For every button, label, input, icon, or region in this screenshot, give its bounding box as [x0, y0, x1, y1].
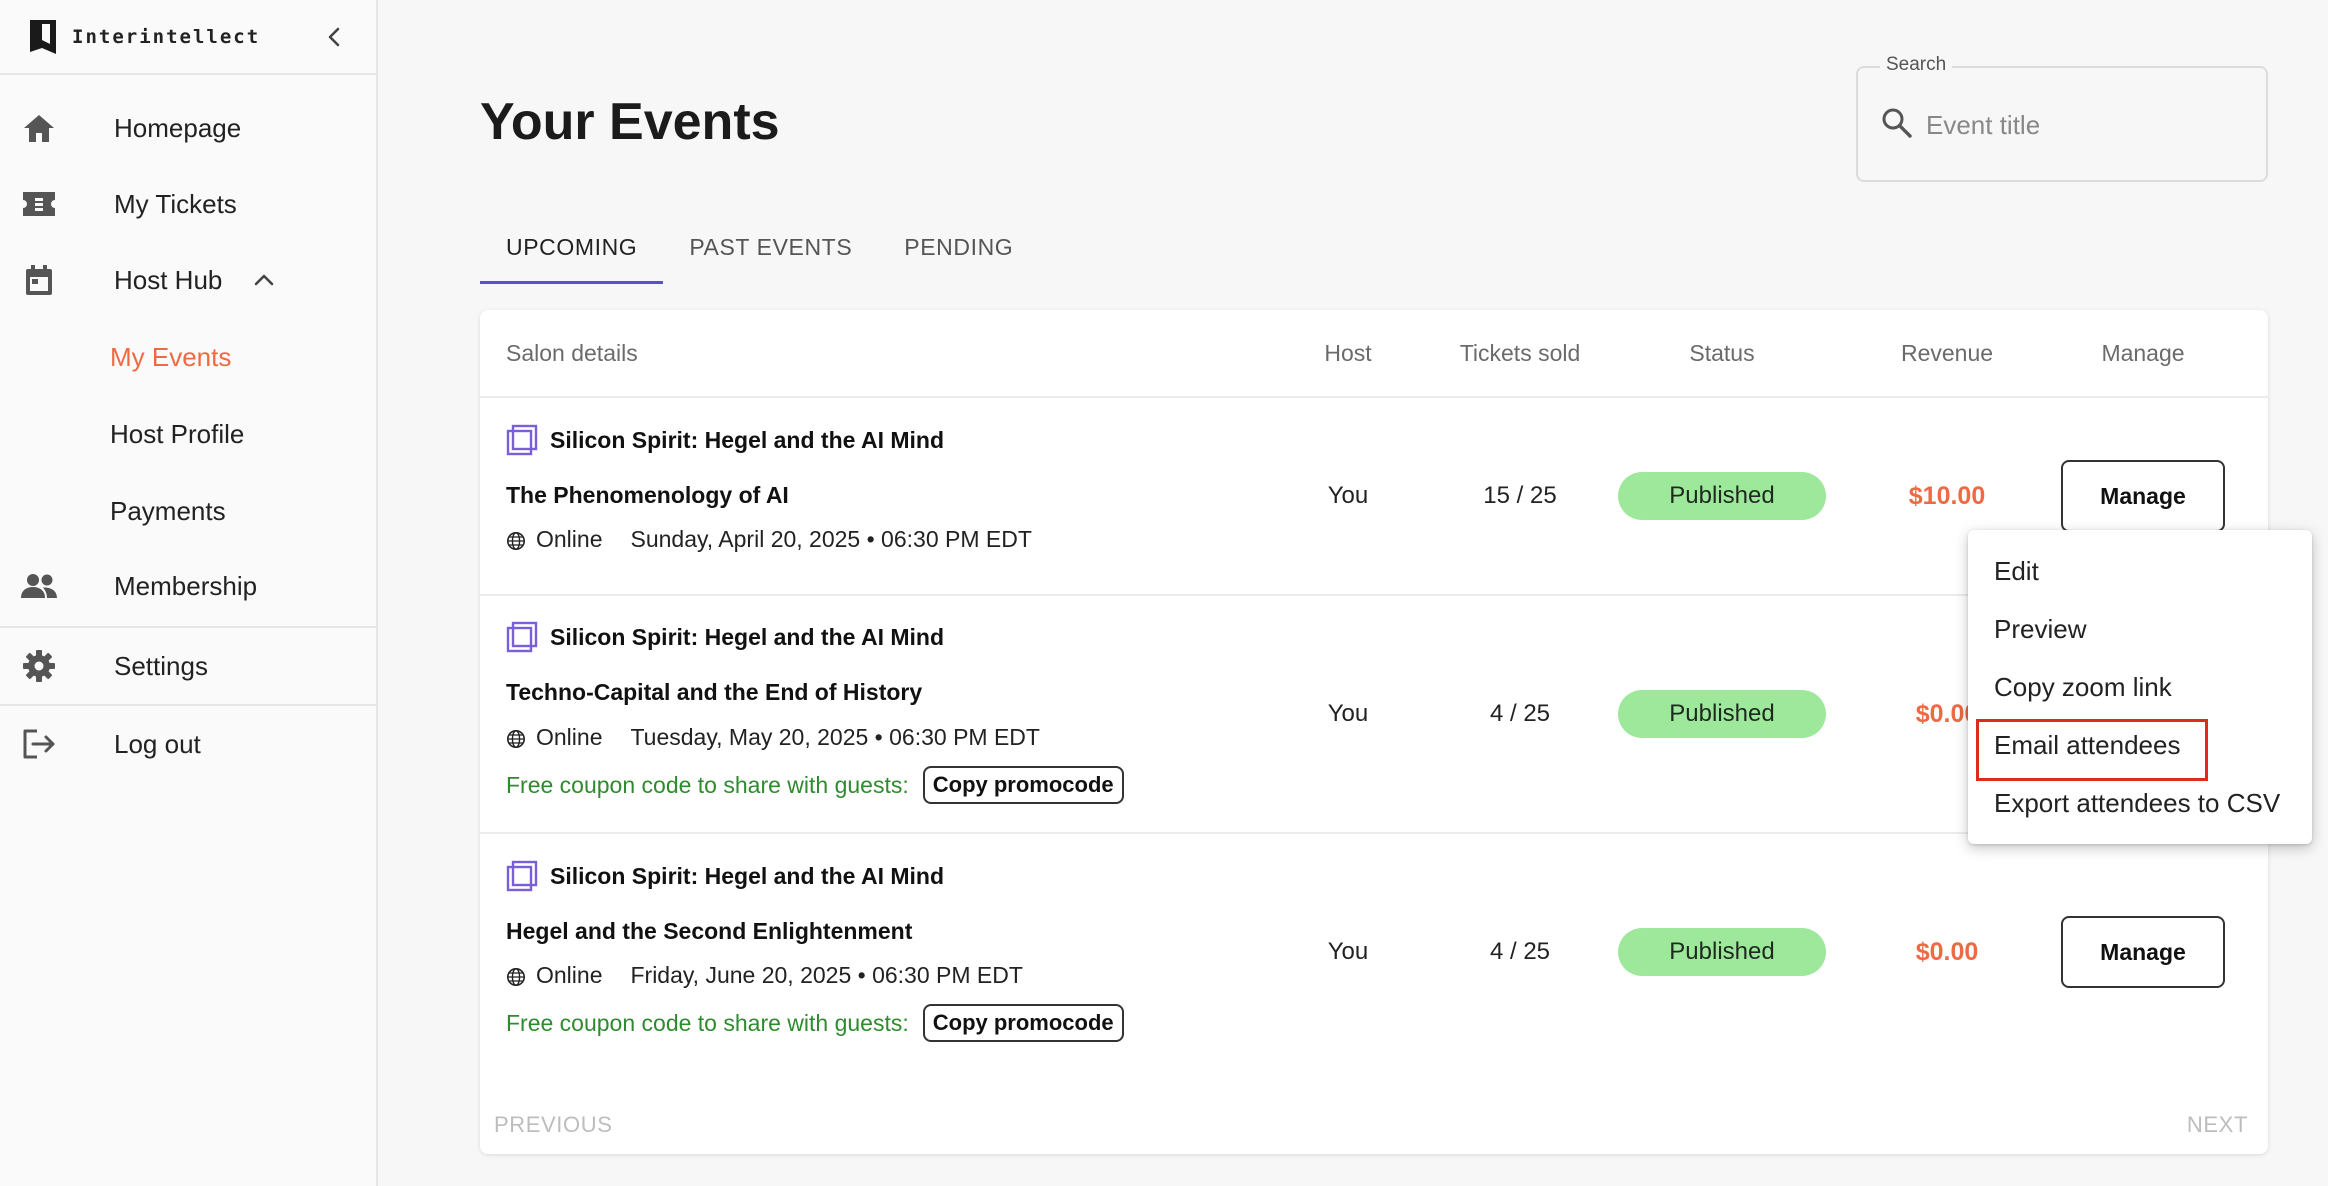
sidebar-item-host-hub[interactable]: Host Hub	[0, 242, 376, 318]
sidebar-item-membership[interactable]: Membership	[0, 548, 376, 624]
sidebar-item-settings[interactable]: Settings	[0, 628, 376, 704]
menu-item-preview[interactable]: Preview	[1968, 600, 2312, 658]
search-icon	[1880, 106, 1916, 142]
sidebar-item-homepage[interactable]: Homepage	[0, 90, 376, 166]
collapse-sidebar-icon[interactable]	[316, 19, 352, 55]
series-icon	[506, 424, 538, 456]
event-location: Online	[536, 724, 603, 750]
manage-button[interactable]: Manage	[2061, 460, 2225, 532]
host-cell: You	[1327, 700, 1369, 727]
tab-upcoming[interactable]: UPCOMING	[480, 220, 664, 284]
sidebar-item-label: Homepage	[114, 112, 242, 143]
event-datetime: Friday, June 20, 2025 • 06:30 PM EDT	[630, 962, 1023, 988]
event-datetime: Tuesday, May 20, 2025 • 06:30 PM EDT	[630, 724, 1040, 750]
event-tabs: UPCOMING PAST EVENTS PENDING	[480, 220, 1039, 284]
sidebar-subitem-host-profile[interactable]: Host Profile	[110, 419, 244, 450]
event-title[interactable]: Techno-Capital and the End of History	[506, 679, 922, 706]
status-badge: Published	[1618, 690, 1826, 738]
chevron-up-icon[interactable]	[250, 266, 278, 294]
event-series[interactable]: Silicon Spirit: Hegel and the AI Mind	[506, 424, 944, 456]
event-meta: Online Friday, June 20, 2025 • 06:30 PM …	[506, 962, 1023, 989]
tickets-sold-cell: 4 / 25	[1489, 700, 1551, 727]
tab-past-events[interactable]: PAST EVENTS	[663, 220, 878, 284]
column-header-manage: Manage	[2101, 340, 2185, 366]
column-header-salon-details: Salon details	[506, 340, 638, 366]
globe-icon	[506, 530, 526, 550]
host-cell: You	[1327, 938, 1369, 965]
event-series-name: Silicon Spirit: Hegel and the AI Mind	[550, 426, 944, 453]
sidebar-item-label: Log out	[114, 728, 201, 759]
sidebar: Interintellect Homepage My Tickets Host …	[0, 0, 378, 1186]
status-badge: Published	[1618, 928, 1826, 976]
menu-item-label: Email attendees	[1994, 729, 2181, 760]
revenue-cell: $10.00	[1908, 482, 1986, 510]
status-badge: Published	[1618, 472, 1826, 520]
coupon-row: Free coupon code to share with guests: C…	[506, 766, 1124, 804]
series-icon	[506, 860, 538, 892]
menu-item-copy-zoom-link[interactable]: Copy zoom link	[1968, 658, 2312, 716]
search-input[interactable]	[1926, 98, 2246, 152]
search-label: Search	[1880, 54, 1953, 76]
revenue-cell: $0.00	[1915, 938, 1979, 966]
column-header-tickets-sold: Tickets sold	[1459, 340, 1581, 366]
logout-icon	[20, 725, 58, 763]
event-meta: Online Tuesday, May 20, 2025 • 06:30 PM …	[506, 724, 1040, 751]
search-box[interactable]: Search	[1856, 54, 2268, 182]
series-icon	[506, 621, 538, 653]
event-series-name: Silicon Spirit: Hegel and the AI Mind	[550, 862, 944, 889]
sidebar-item-label: Membership	[114, 570, 258, 601]
menu-item-email-attendees[interactable]: Email attendees	[1968, 716, 2312, 781]
sidebar-subitem-my-events[interactable]: My Events	[110, 342, 231, 373]
globe-icon	[506, 728, 526, 748]
previous-page-button[interactable]: PREVIOUS	[494, 1112, 613, 1138]
row-divider	[480, 396, 2268, 398]
gear-icon	[20, 647, 58, 685]
next-page-button[interactable]: NEXT	[2187, 1112, 2248, 1138]
tickets-sold-cell: 4 / 25	[1489, 938, 1551, 965]
menu-item-edit[interactable]: Edit	[1968, 542, 2312, 600]
event-title[interactable]: Hegel and the Second Enlightenment	[506, 918, 912, 945]
column-header-revenue: Revenue	[1900, 340, 1994, 366]
column-header-host: Host	[1324, 340, 1372, 366]
ticket-icon	[20, 185, 58, 223]
event-meta: Online Sunday, April 20, 2025 • 06:30 PM…	[506, 526, 1032, 553]
tickets-sold-cell: 15 / 25	[1483, 482, 1557, 509]
copy-promocode-button[interactable]: Copy promocode	[922, 1004, 1124, 1042]
event-title[interactable]: The Phenomenology of AI	[506, 482, 789, 509]
event-series[interactable]: Silicon Spirit: Hegel and the AI Mind	[506, 621, 944, 653]
sidebar-item-log-out[interactable]: Log out	[0, 706, 376, 782]
page-title: Your Events	[480, 93, 780, 151]
event-series[interactable]: Silicon Spirit: Hegel and the AI Mind	[506, 860, 944, 892]
brand-logo[interactable]: Interintellect	[28, 18, 260, 56]
brand-name: Interintellect	[72, 25, 261, 48]
column-header-status: Status	[1689, 340, 1755, 366]
people-icon	[20, 567, 58, 605]
coupon-text: Free coupon code to share with guests:	[506, 1009, 909, 1036]
sidebar-subitem-payments[interactable]: Payments	[110, 496, 226, 527]
event-series-name: Silicon Spirit: Hegel and the AI Mind	[550, 623, 944, 650]
manage-button[interactable]: Manage	[2061, 916, 2225, 988]
event-location: Online	[536, 526, 603, 552]
sidebar-item-my-tickets[interactable]: My Tickets	[0, 166, 376, 242]
host-cell: You	[1327, 482, 1369, 509]
tab-pending[interactable]: PENDING	[878, 220, 1039, 284]
event-datetime: Sunday, April 20, 2025 • 06:30 PM EDT	[630, 526, 1032, 552]
menu-item-export-attendees-csv[interactable]: Export attendees to CSV	[1968, 774, 2312, 832]
sidebar-header: Interintellect	[0, 0, 376, 75]
manage-menu: Edit Preview Copy zoom link Email attend…	[1968, 530, 2312, 844]
event-location: Online	[536, 962, 603, 988]
logo-icon	[28, 18, 62, 56]
coupon-row: Free coupon code to share with guests: C…	[506, 1004, 1124, 1042]
coupon-text: Free coupon code to share with guests:	[506, 771, 909, 798]
globe-icon	[506, 966, 526, 986]
copy-promocode-button[interactable]: Copy promocode	[922, 766, 1124, 804]
home-icon	[20, 109, 58, 147]
calendar-icon	[20, 261, 58, 299]
sidebar-item-label: Host Hub	[114, 264, 223, 295]
sidebar-item-label: Settings	[114, 650, 208, 681]
sidebar-item-label: My Tickets	[114, 188, 237, 219]
